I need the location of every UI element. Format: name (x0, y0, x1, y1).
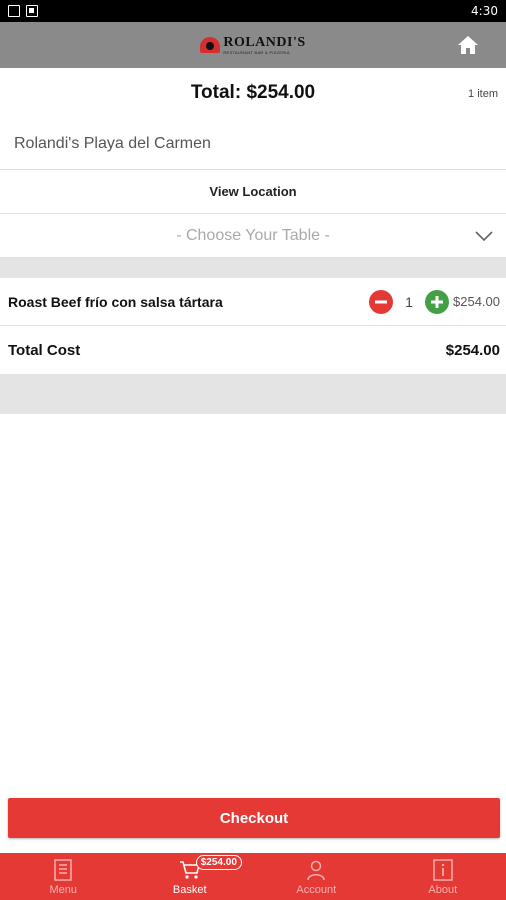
increase-quantity-button[interactable] (425, 289, 449, 314)
logo-mark-icon (200, 37, 221, 53)
status-bar: 4:30 (0, 0, 506, 22)
total-cost-row: Total Cost $254.00 (0, 326, 506, 374)
total-cost-value: $254.00 (445, 341, 500, 359)
plus-icon (431, 295, 443, 308)
menu-book-icon (54, 859, 72, 881)
location-name: Rolandi's Playa del Carmen (0, 118, 506, 170)
section-divider (0, 374, 506, 414)
chevron-down-icon (475, 231, 493, 242)
item-count: 1 item (468, 88, 498, 100)
nav-label-basket: Basket (172, 884, 207, 896)
table-select-dropdown[interactable]: - Choose Your Table - (0, 214, 506, 258)
cart-item-quantity: 1 (405, 293, 413, 310)
sd-card-icon (26, 5, 38, 17)
cart-item-row: Roast Beef frío con salsa tártara 1 $254… (0, 278, 506, 326)
nav-item-about[interactable]: About (380, 853, 506, 900)
nav-item-account[interactable]: Account (253, 853, 380, 900)
person-icon (307, 860, 325, 881)
order-total: Total: $254.00 (190, 82, 316, 103)
checkout-button[interactable]: Checkout (8, 798, 500, 838)
logo-subtext: RESTAURANT BAR & PIZZERIA (223, 49, 290, 55)
restaurant-logo: ROLANDI'S RESTAURANT BAR & PIZZERIA (200, 34, 306, 55)
logo-text: ROLANDI'S (223, 34, 306, 50)
nav-item-menu[interactable]: Menu (0, 853, 127, 900)
view-location-button[interactable]: View Location (0, 170, 506, 214)
image-notification-icon (8, 5, 20, 17)
nav-label-account: Account (296, 884, 337, 896)
nav-item-basket[interactable]: $254.00 Basket (127, 853, 254, 900)
minus-icon (375, 300, 387, 303)
basket-total-badge: $254.00 (195, 855, 242, 870)
cart-item-price: $254.00 (453, 294, 500, 309)
bottom-nav: Menu $254.00 Basket Account About (0, 853, 506, 900)
nav-label-menu: Menu (49, 884, 78, 896)
order-summary: Total: $254.00 1 item (0, 68, 506, 118)
section-divider (0, 258, 506, 278)
info-icon (433, 859, 453, 881)
table-select-placeholder: - Choose Your Table - (176, 226, 330, 244)
decrease-quantity-button[interactable] (369, 289, 393, 314)
home-icon[interactable] (456, 33, 480, 57)
status-time: 4:30 (471, 4, 498, 18)
total-cost-label: Total Cost (8, 341, 81, 359)
nav-label-about: About (428, 884, 458, 896)
app-bar: ROLANDI'S RESTAURANT BAR & PIZZERIA (0, 22, 506, 68)
cart-item-name: Roast Beef frío con salsa tártara (8, 293, 223, 310)
